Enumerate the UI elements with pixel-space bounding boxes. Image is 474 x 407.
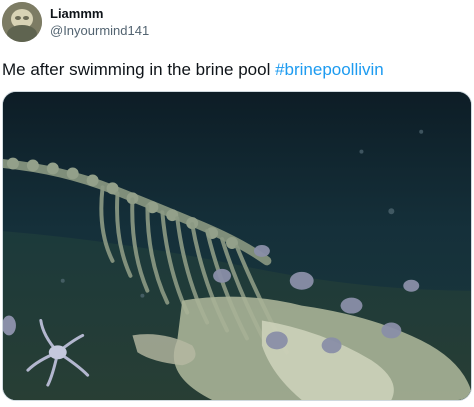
display-name[interactable]: Liammm [50,6,103,22]
tweet-text: Me after swimming in the brine pool #bri… [2,59,384,81]
hashtag-link[interactable]: #brinepoollivin [275,60,384,79]
avatar[interactable] [2,2,42,42]
tweet-text-main: Me after swimming in the brine pool [2,60,276,79]
avatar-photo-icon [2,2,42,42]
tweet-media-image[interactable] [2,91,472,401]
user-handle[interactable]: @Inyourmind141 [50,23,149,39]
tweet: Liammm @Inyourmind141 Me after swimming … [0,0,474,407]
whale-skeleton-photo-icon [3,92,471,400]
